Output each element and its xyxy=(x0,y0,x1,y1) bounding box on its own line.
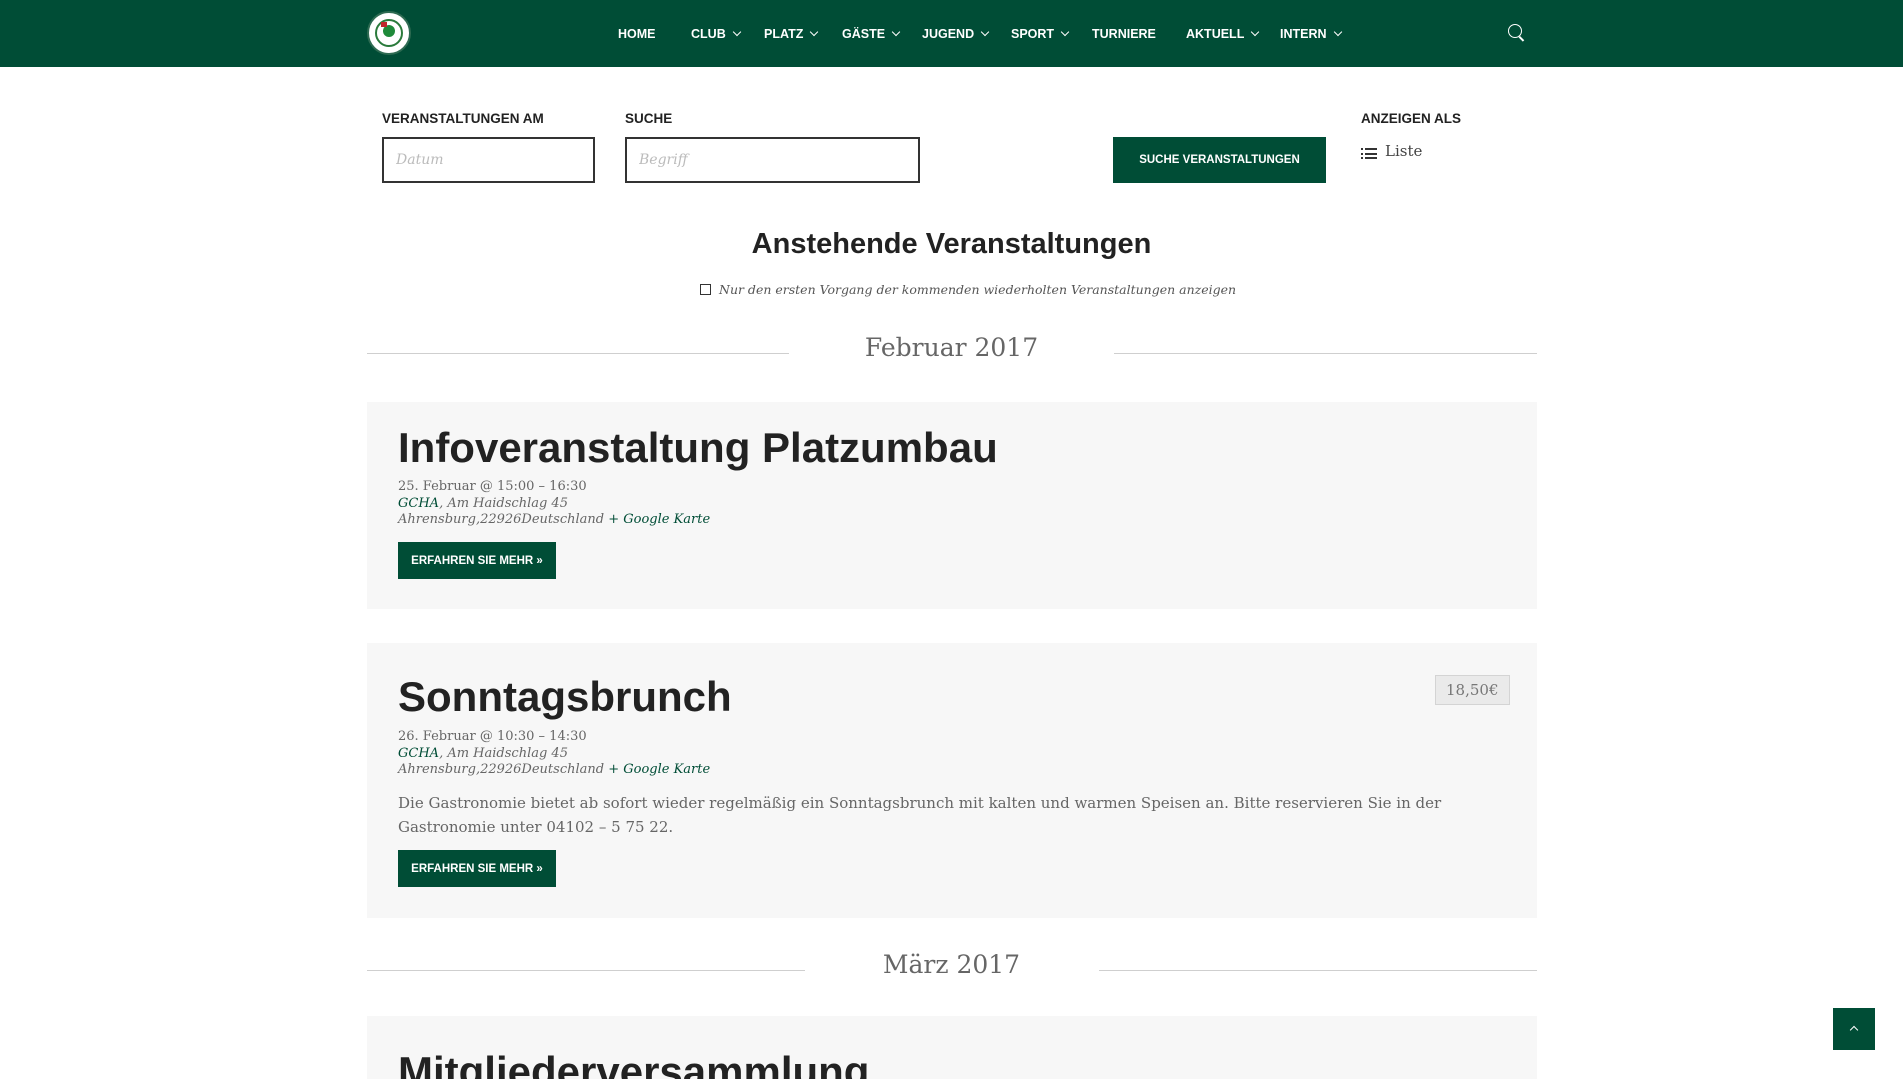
event-venue: GCHA, Am Haidschlag 45 xyxy=(398,746,710,763)
keyword-search-input[interactable] xyxy=(625,137,920,183)
venue-link[interactable]: GCHA xyxy=(398,496,439,511)
month-separator: Februar 2017 xyxy=(864,333,1039,362)
chevron-down-icon xyxy=(810,27,819,37)
chevron-down-icon xyxy=(1060,27,1070,37)
event-title[interactable]: Infoveranstaltung Platzumbau xyxy=(398,424,998,472)
event-venue: GCHA, Am Haidschlag 45 xyxy=(398,496,710,513)
list-icon xyxy=(1361,148,1377,159)
month-separator: März 2017 xyxy=(882,950,1021,979)
page-title: Anstehende Veranstaltungen xyxy=(751,228,1152,260)
nav-item-jugend[interactable]: JUGEND xyxy=(922,0,990,67)
nav-label: INTERN xyxy=(1280,27,1327,41)
event-details: 25. Februar @ 15:00 – 16:30 GCHA, Am Hai… xyxy=(398,479,710,529)
nav-label: SPORT xyxy=(1011,27,1055,41)
event-datetime: 25. Februar @ 15:00 – 16:30 xyxy=(398,479,587,494)
chevron-down-icon xyxy=(1333,27,1342,37)
chevron-down-icon xyxy=(1251,27,1260,37)
view-list-label: Liste xyxy=(1385,142,1423,160)
event-description: Die Gastronomie bietet ab sofort wieder … xyxy=(398,794,1442,836)
chevron-down-icon xyxy=(980,27,990,37)
city-line: Ahrensburg,22926Deutschland xyxy=(398,512,605,527)
price-badge: 18,50€ xyxy=(1435,675,1510,705)
logo-flag-icon xyxy=(381,22,387,27)
chevron-down-icon xyxy=(732,27,741,37)
nav-item-intern[interactable]: INTERN xyxy=(1280,0,1342,67)
nav-label: AKTUELL xyxy=(1186,27,1245,41)
nav-item-turniere[interactable]: TURNIERE xyxy=(1092,0,1156,67)
venue-address: , Am Haidschlag 45 xyxy=(439,495,568,511)
google-map-link[interactable]: + Google Karte xyxy=(608,512,710,527)
recurring-option-label: Nur den ersten Vorgang der kommenden wie… xyxy=(719,282,1237,297)
nav-label: TURNIERE xyxy=(1092,27,1156,41)
nav-item-home[interactable]: HOME xyxy=(618,0,656,67)
search-filter-label: SUCHE xyxy=(625,111,673,126)
search-icon[interactable] xyxy=(1508,24,1522,38)
nav-item-club[interactable]: CLUB xyxy=(691,0,741,67)
top-navigation-bar: HOME CLUB PLATZ GÄSTE JUGEND SPORT TURNI… xyxy=(0,0,1903,67)
nav-label: JUGEND xyxy=(922,27,975,41)
club-logo[interactable] xyxy=(367,11,411,55)
event-card: Sonntagsbrunch 18,50€ 26. Februar @ 10:3… xyxy=(367,643,1537,918)
nav-label: CLUB xyxy=(691,27,726,41)
event-title[interactable]: Mitgliederversammlung xyxy=(398,1048,869,1079)
date-input[interactable] xyxy=(382,137,595,183)
nav-label: HOME xyxy=(618,27,656,41)
event-title[interactable]: Sonntagsbrunch xyxy=(398,673,732,721)
nav-item-sport[interactable]: SPORT xyxy=(1011,0,1070,67)
event-details: 26. Februar @ 10:30 – 14:30 GCHA, Am Hai… xyxy=(398,729,710,779)
nav-label: GÄSTE xyxy=(842,27,886,41)
city-line: Ahrensburg,22926Deutschland xyxy=(398,762,605,777)
event-card: Mitgliederversammlung xyxy=(367,1016,1537,1079)
venue-address: , Am Haidschlag 45 xyxy=(439,745,568,761)
nav-label: PLATZ xyxy=(764,27,804,41)
back-to-top-button[interactable] xyxy=(1833,1008,1875,1050)
nav-item-platz[interactable]: PLATZ xyxy=(764,0,819,67)
nav-item-aktuell[interactable]: AKTUELL xyxy=(1186,0,1260,67)
google-map-link[interactable]: + Google Karte xyxy=(608,762,710,777)
chevron-down-icon xyxy=(891,27,901,37)
date-filter-label: VERANSTALTUNGEN AM xyxy=(382,111,544,126)
venue-link[interactable]: GCHA xyxy=(398,746,439,761)
view-as-label: ANZEIGEN ALS xyxy=(1361,111,1462,126)
event-city: Ahrensburg,22926Deutschland + Google Kar… xyxy=(398,512,710,529)
learn-more-button[interactable]: ERFAHREN SIE MEHR » xyxy=(398,542,556,579)
search-events-button[interactable]: SUCHE VERANSTALTUNGEN xyxy=(1113,137,1326,183)
nav-item-gaeste[interactable]: GÄSTE xyxy=(842,0,901,67)
event-card: Infoveranstaltung Platzumbau 25. Februar… xyxy=(367,402,1537,609)
learn-more-button[interactable]: ERFAHREN SIE MEHR » xyxy=(398,850,556,887)
event-city: Ahrensburg,22926Deutschland + Google Kar… xyxy=(398,762,710,779)
event-datetime: 26. Februar @ 10:30 – 14:30 xyxy=(398,729,587,744)
recurring-checkbox[interactable] xyxy=(700,284,711,295)
